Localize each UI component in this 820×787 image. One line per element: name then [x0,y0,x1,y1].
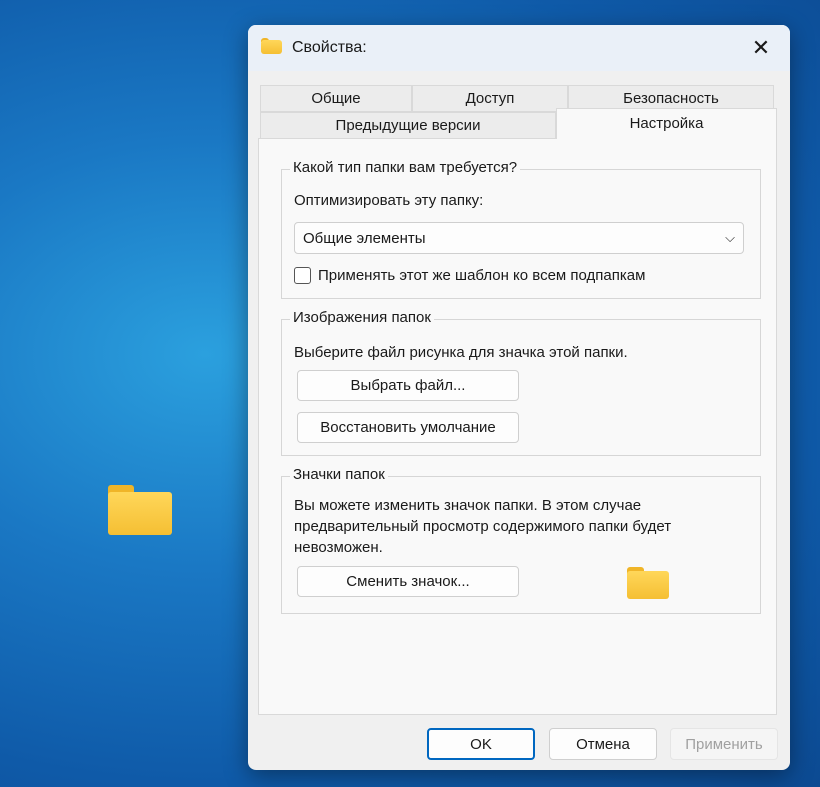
button-label: Отмена [576,735,630,753]
tab-general[interactable]: Общие [260,85,412,112]
group-legend: Изображения папок [290,309,434,326]
tab-label: Предыдущие версии [335,117,481,134]
folder-pictures-description: Выберите файл рисунка для значка этой па… [294,344,628,361]
button-label: OK [470,735,492,753]
folder-icon [261,38,282,54]
choose-file-button[interactable]: Выбрать файл... [297,370,519,401]
ok-button[interactable]: OK [427,728,535,760]
apply-subfolders-label[interactable]: Применять этот же шаблон ко всем подпапк… [318,267,645,284]
cancel-button[interactable]: Отмена [549,728,657,760]
title-bar: Свойства: ✕ [248,25,790,71]
apply-button[interactable]: Применить [670,728,778,760]
folder-pictures-group: Изображения папок Выберите файл рисунка … [281,309,761,456]
folder-type-group: Какой тип папки вам требуется? Оптимизир… [281,159,761,299]
folder-preview-icon [627,567,669,599]
group-legend: Значки папок [290,466,388,483]
apply-subfolders-checkbox[interactable] [294,267,311,284]
tab-customize[interactable]: Настройка [556,108,777,139]
close-icon[interactable]: ✕ [744,33,778,63]
button-label: Выбрать файл... [350,377,466,394]
dropdown-value: Общие элементы [303,229,426,247]
customize-panel: Какой тип папки вам требуется? Оптимизир… [258,138,777,715]
folder-icons-group: Значки папок Вы можете изменить значок п… [281,466,761,614]
button-label: Сменить значок... [346,573,470,590]
tab-previous-versions[interactable]: Предыдущие версии [260,112,556,139]
folder-icons-description: Вы можете изменить значок папки. В этом … [294,497,672,556]
button-label: Восстановить умолчание [320,419,496,436]
tab-label: Доступ [465,90,515,107]
tab-label: Безопасность [623,90,719,107]
button-label: Применить [685,735,763,753]
optimize-label: Оптимизировать эту папку: [294,192,484,209]
group-legend: Какой тип папки вам требуется? [290,159,521,176]
dialog-title: Свойства: [292,39,367,56]
properties-dialog: Свойства: ✕ Общие Доступ Безопасность Пр… [248,25,790,770]
change-icon-button[interactable]: Сменить значок... [297,566,519,597]
tab-label: Настройка [629,115,704,132]
restore-default-button[interactable]: Восстановить умолчание [297,412,519,443]
desktop-folder-icon[interactable] [108,485,172,535]
tab-sharing[interactable]: Доступ [412,85,568,112]
tab-label: Общие [311,90,361,107]
optimize-dropdown[interactable]: Общие элементы ⌵ [294,222,744,254]
chevron-down-icon: ⌵ [725,230,735,245]
